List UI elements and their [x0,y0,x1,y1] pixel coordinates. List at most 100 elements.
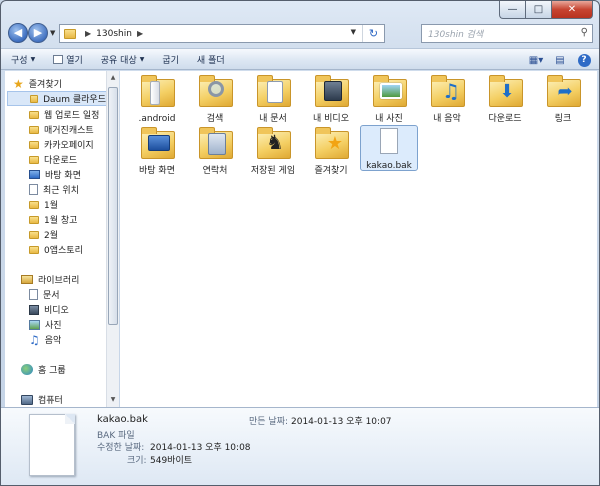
view-options-icon[interactable]: ▦▾ [527,52,545,68]
forward-button[interactable]: ▶ [28,23,48,43]
nav-item-web-upload[interactable]: 웹 업로드 일정 [29,107,99,122]
nav-favorites-header[interactable]: ★ 즐겨찾기 [13,76,62,91]
file-name: 바탕 화면 [139,166,175,176]
nav-label: 바탕 화면 [45,171,81,181]
search-input[interactable]: 130shin 검색 ⚲ [421,24,593,43]
file-name: 즐겨찾기 [314,166,348,176]
address-bar[interactable]: ▶ 130shin ▶ ▼ ↻ [59,24,385,43]
nav-label: 다운로드 [44,156,78,166]
file-item[interactable]: 내 문서 [244,75,302,125]
nav-item-documents[interactable]: 문서 [29,287,60,302]
nav-item-february[interactable]: 2월 [29,227,58,242]
share-with-label: 공유 대상 [100,55,137,66]
open-button[interactable]: 열기 [53,53,83,66]
file-name: 저장된 게임 [250,166,296,176]
chevron-right-icon[interactable]: ▶ [137,29,143,38]
address-dropdown-icon[interactable]: ▼ [351,28,356,36]
file-item[interactable]: ⬇ 다운로드 [476,75,534,125]
nav-label: 음악 [44,336,62,346]
recent-pages-dropdown[interactable]: ▼ [50,29,55,37]
close-button[interactable]: ✕ [551,1,593,19]
nav-scrollbar[interactable]: ▲ ▼ [106,71,119,407]
nav-item-pictures[interactable]: 사진 [29,317,62,332]
share-with-button[interactable]: 공유 대상 ▼ [101,53,145,66]
file-name: 내 문서 [259,114,287,124]
recent-places-icon [29,184,38,195]
search-placeholder: 130shin 검색 [428,30,484,40]
downloads-icon [29,155,39,164]
library-icon [21,275,33,284]
desktop-folder-icon [138,127,176,161]
file-item[interactable]: 검색 [186,75,244,125]
folder-icon [29,215,39,224]
nav-item-desktop[interactable]: 바탕 화면 [29,167,81,182]
videos-icon [29,304,39,315]
search-icon[interactable]: ⚲ [581,27,588,38]
nav-label: 매거진캐스트 [44,126,94,136]
nav-label: 비디오 [44,306,69,316]
file-item-selected[interactable]: kakao.bak [360,125,418,171]
details-created-label: 만든 날짜: [249,417,289,427]
new-folder-button[interactable]: 새 폴더 [197,53,225,66]
details-created-value: 2014-01-13 오후 10:07 [291,417,392,427]
star-icon: ★ [13,76,24,91]
nav-item-appstory[interactable]: 0앱스토리 [29,242,83,257]
nav-item-january[interactable]: 1월 [29,197,58,212]
scroll-up-icon[interactable]: ▲ [107,71,119,85]
nav-item-videos[interactable]: 비디오 [29,302,69,317]
nav-item-daum-cloud[interactable]: Daum 클라우드 [7,91,107,106]
nav-computer[interactable]: 컴퓨터 [21,392,63,407]
nav-label: 컴퓨터 [38,396,63,406]
file-item[interactable]: 내 사진 [360,75,418,125]
scroll-down-icon[interactable]: ▼ [107,393,119,407]
file-item[interactable]: 연락처 [186,127,244,177]
file-list: .android 검색 내 문서 내 비디오 내 사진 ♫ 내 음악 ⬇ 다운로… [120,71,597,407]
file-item[interactable]: ★ 즐겨찾기 [302,127,360,177]
nav-item-downloads[interactable]: 다운로드 [29,152,77,167]
desktop-icon [29,170,40,179]
videos-folder-icon [312,75,350,109]
open-icon [53,54,64,64]
refresh-icon[interactable]: ↻ [362,25,384,42]
help-icon[interactable]: ? [575,52,593,68]
nav-label: 2월 [44,231,59,241]
file-item[interactable]: ➦ 링크 [534,75,592,125]
folder-icon [29,200,39,209]
nav-item-recent-places[interactable]: 최근 위치 [29,182,79,197]
file-name: 검색 [206,114,224,124]
burn-button[interactable]: 굽기 [162,53,179,66]
address-row: ◀ ▶ ▼ ▶ 130shin ▶ ▼ ↻ 130shin 검색 ⚲ [1,21,599,45]
nav-label: 홈 그룹 [38,366,66,376]
nav-homegroup[interactable]: 홈 그룹 [21,362,66,377]
back-button[interactable]: ◀ [8,23,28,43]
breadcrumb-segment[interactable]: 130shin [96,29,132,39]
caption-buttons: — □ ✕ [499,1,593,19]
computer-icon [21,394,33,405]
scroll-thumb[interactable] [108,87,118,325]
music-folder-icon: ♫ [428,75,466,109]
file-item[interactable]: 바탕 화면 [128,127,186,177]
file-item[interactable]: 내 비디오 [302,75,360,125]
downloads-folder-icon: ⬇ [486,75,524,109]
nav-label: 최근 위치 [43,186,79,196]
minimize-button[interactable]: — [499,1,525,19]
nav-item-magazinecast[interactable]: 매거진캐스트 [29,122,94,137]
burn-label: 굽기 [162,55,179,66]
details-filename: kakao.bak [97,414,148,425]
open-label: 열기 [66,55,83,66]
nav-label: 즐겨찾기 [28,80,62,90]
nav-item-kakaopage[interactable]: 카카오페이지 [29,137,94,152]
links-folder-icon: ➦ [544,75,582,109]
file-item[interactable]: ♫ 내 음악 [418,75,476,125]
file-item[interactable]: ♞ 저장된 게임 [244,127,302,177]
nav-item-january-storage[interactable]: 1월 창고 [29,212,77,227]
maximize-button[interactable]: □ [525,1,551,19]
nav-libraries-header[interactable]: 라이브러리 [21,272,79,287]
organize-button[interactable]: 구성 ▼ [11,53,35,66]
music-icon: ♫ [29,332,40,347]
chevron-right-icon[interactable]: ▶ [85,29,91,38]
file-item[interactable]: .android [128,75,186,125]
pictures-icon [29,319,40,330]
nav-item-music[interactable]: ♫ 음악 [29,332,61,347]
preview-pane-icon[interactable]: ▤ [551,52,569,68]
